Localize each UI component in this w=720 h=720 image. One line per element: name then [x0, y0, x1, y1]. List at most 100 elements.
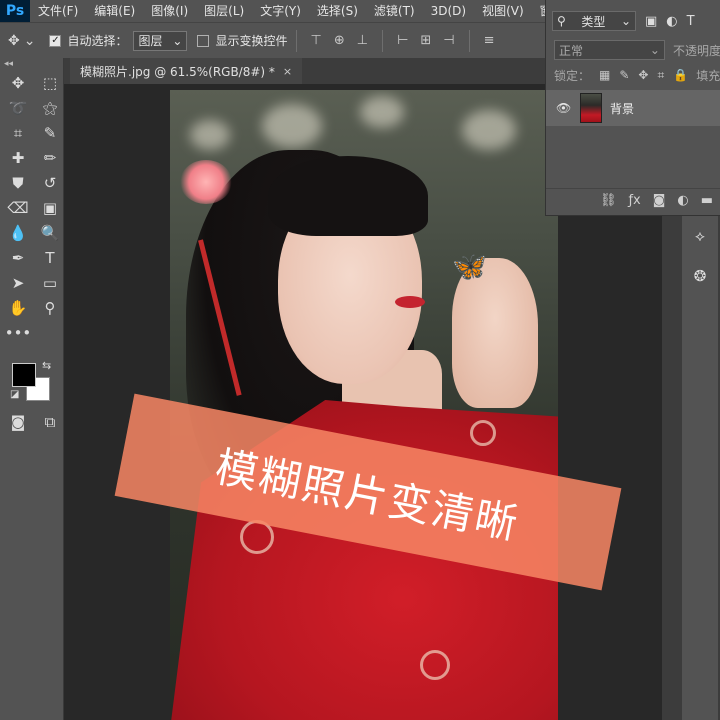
swap-colors-icon[interactable]: ⇆	[42, 359, 51, 372]
layer-row-background[interactable]: 👁 背景	[546, 90, 720, 126]
lock-transparency-icon[interactable]: ▦	[599, 68, 610, 82]
clone-stamp-tool-icon[interactable]: ⛊	[2, 170, 34, 195]
lock-position-icon[interactable]: ✥	[638, 68, 648, 82]
auto-select-label: 自动选择：	[67, 34, 128, 48]
menu-view[interactable]: 视图(V)	[474, 0, 532, 22]
lock-label: 锁定：	[554, 68, 591, 83]
menu-type[interactable]: 文字(Y)	[252, 0, 309, 22]
layer-style-icon[interactable]: ƒx	[628, 193, 640, 208]
lips	[395, 296, 425, 308]
menu-select[interactable]: 选择(S)	[309, 0, 366, 22]
move-tool-icon[interactable]: ✥	[2, 70, 34, 95]
document-tab[interactable]: 模糊照片.jpg @ 61.5%(RGB/8#) * ×	[70, 58, 303, 84]
divider	[295, 29, 297, 52]
lock-row: 锁定： ▦ ✎ ✥ ⌗ 🔒 填充	[546, 64, 720, 86]
auto-select-checkbox[interactable]: ✓	[49, 34, 62, 47]
eraser-tool-icon[interactable]: ⌫	[2, 195, 34, 220]
blur-tool-icon[interactable]: 💧	[2, 220, 34, 245]
chevron-down-icon: ⌄	[649, 43, 660, 57]
auto-select-value: 图层	[138, 34, 163, 48]
empty-slot	[34, 320, 66, 345]
crop-tool-icon[interactable]: ⌗	[2, 120, 34, 145]
align-top-icon[interactable]: ⊤	[311, 33, 322, 48]
bokeh-light	[462, 110, 516, 150]
tools-panel: ◂◂ ✥ ⬚ ➰ ⚝ ⌗ ✎ ✚ ✏ ⛊ ↺ ⌫ ▣ 💧 🔍 ✒ T ➤ ▭ ✋…	[0, 58, 64, 720]
rectangle-tool-icon[interactable]: ▭	[34, 270, 66, 295]
menu-file[interactable]: 文件(F)	[30, 0, 86, 22]
link-layers-icon[interactable]: ⛓	[600, 193, 617, 208]
foreground-color-swatch[interactable]	[12, 363, 36, 387]
new-group-icon[interactable]: ▬	[701, 193, 713, 208]
menu-image[interactable]: 图像(I)	[143, 0, 196, 22]
bokeh-light	[190, 120, 230, 150]
default-colors-icon[interactable]: ◪	[10, 389, 19, 400]
mode-row: ◙ ⧉	[0, 409, 63, 434]
blend-mode-dropdown[interactable]: 正常 ⌄	[554, 40, 665, 60]
healing-brush-tool-icon[interactable]: ✚	[2, 145, 34, 170]
bokeh-light	[360, 96, 404, 128]
lasso-tool-icon[interactable]: ➰	[2, 95, 34, 120]
menu-3d[interactable]: 3D(D)	[423, 0, 474, 22]
auto-select-dropdown[interactable]: 图层 ⌄	[133, 30, 188, 51]
align-bottom-icon[interactable]: ⊥	[357, 33, 368, 48]
marquee-tool-icon[interactable]: ⬚	[34, 70, 66, 95]
paths-panel-icon[interactable]: ⟡	[684, 222, 716, 250]
menu-filter[interactable]: 滤镜(T)	[366, 0, 423, 22]
type-tool-icon[interactable]: T	[34, 245, 66, 270]
distribute-icon[interactable]: ≡	[484, 33, 495, 48]
pen-tool-icon[interactable]: ✒	[2, 245, 34, 270]
adjustment-filter-icon[interactable]: ◐	[666, 14, 677, 29]
eyedropper-tool-icon[interactable]: ✎	[34, 120, 66, 145]
bangs	[268, 156, 428, 236]
fill-label: 填充	[696, 68, 720, 83]
quick-mask-icon[interactable]: ◙	[2, 409, 34, 434]
butterfly-icon: 🦋	[452, 250, 487, 283]
eye-icon[interactable]: 👁	[556, 101, 574, 115]
screen-mode-icon[interactable]: ⧉	[34, 409, 66, 434]
magic-wand-tool-icon[interactable]: ⚝	[34, 95, 66, 120]
show-transform-checkbox[interactable]	[197, 34, 210, 47]
chevron-down-icon: ⌄	[172, 33, 183, 48]
type-filter-icon[interactable]: T	[687, 14, 695, 29]
lock-pixels-icon[interactable]: ✎	[619, 68, 629, 82]
add-mask-icon[interactable]: ◙	[653, 193, 666, 208]
document-image: 🦋	[170, 90, 558, 720]
move-tool-icon[interactable]: ✥	[8, 33, 20, 49]
align-left-icon[interactable]: ⊢	[397, 33, 408, 48]
filter-type-value: 类型	[581, 14, 606, 29]
history-brush-tool-icon[interactable]: ↺	[34, 170, 66, 195]
more-tools-icon[interactable]: •••	[2, 320, 34, 345]
adjustment-layer-icon[interactable]: ◐	[677, 193, 688, 208]
menu-edit[interactable]: 编辑(E)	[86, 0, 143, 22]
lock-all-icon[interactable]: 🔒	[673, 68, 688, 82]
opacity-label: 不透明度	[672, 43, 720, 58]
pixel-filter-icon[interactable]: ▣	[645, 14, 657, 29]
chevron-down-icon[interactable]: ⌄	[24, 33, 36, 49]
blend-mode-value: 正常	[559, 43, 584, 58]
gradient-tool-icon[interactable]: ▣	[34, 195, 66, 220]
tool-grid: ✥ ⬚ ➰ ⚝ ⌗ ✎ ✚ ✏ ⛊ ↺ ⌫ ▣ 💧 🔍 ✒ T ➤ ▭ ✋ ⚲ …	[0, 70, 63, 345]
lock-artboard-icon[interactable]: ⌗	[657, 68, 664, 83]
dress-pattern	[420, 650, 450, 680]
dodge-tool-icon[interactable]: 🔍	[34, 220, 66, 245]
path-selection-tool-icon[interactable]: ➤	[2, 270, 34, 295]
layer-filter-dropdown[interactable]: ⚲ 类型 ⌄	[552, 11, 636, 31]
menu-layer[interactable]: 图层(L)	[196, 0, 252, 22]
hair-flower	[180, 160, 232, 204]
show-transform-label: 显示变换控件	[215, 34, 288, 48]
align-vcenter-icon[interactable]: ⊕	[334, 33, 345, 48]
app-logo: Ps	[0, 0, 30, 22]
color-swatches: ⇆ ◪	[0, 357, 63, 409]
panel-grip-icon[interactable]: ◂◂	[0, 58, 63, 70]
layer-name: 背景	[610, 101, 635, 116]
layers-footer: ⛓ ƒx ◙ ◐ ▬	[546, 188, 720, 212]
brush-tool-icon[interactable]: ✏	[34, 145, 66, 170]
close-icon[interactable]: ×	[283, 65, 292, 78]
align-right-icon[interactable]: ⊣	[443, 33, 454, 48]
align-hcenter-icon[interactable]: ⊞	[420, 33, 431, 48]
bokeh-light	[262, 104, 322, 148]
zoom-tool-icon[interactable]: ⚲	[34, 295, 66, 320]
hand-tool-icon[interactable]: ✋	[2, 295, 34, 320]
dress-pattern	[470, 420, 496, 446]
channels-panel-icon[interactable]: ❂	[684, 262, 716, 290]
